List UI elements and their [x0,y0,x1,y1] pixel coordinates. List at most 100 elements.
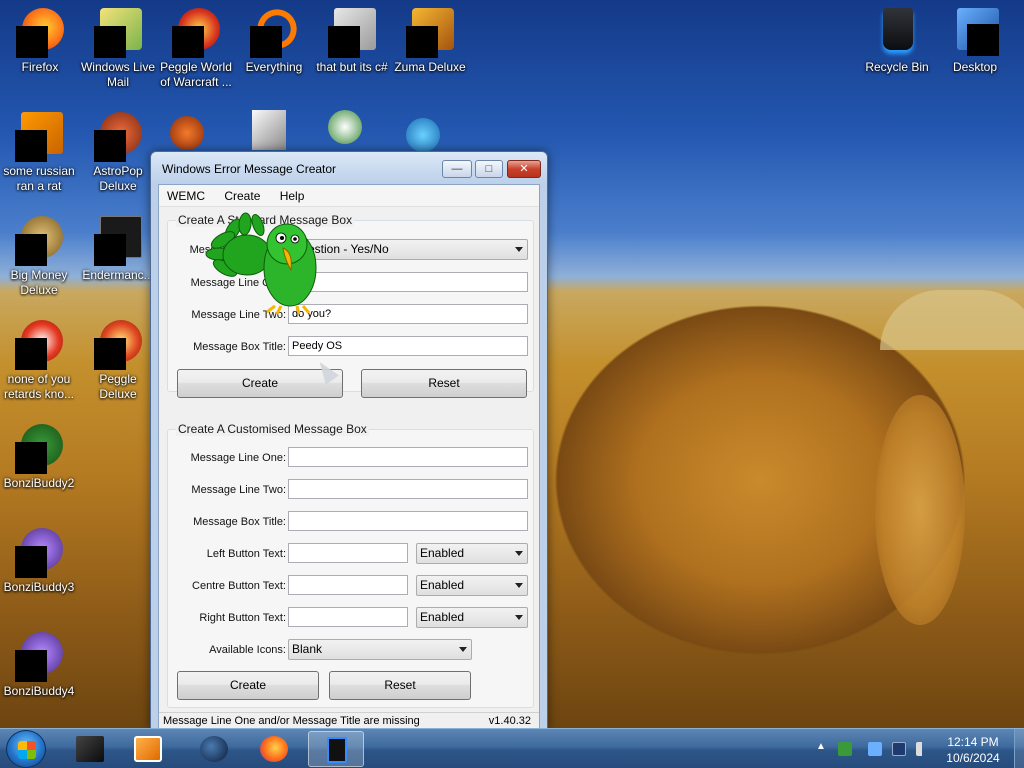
desktop-icon-that-but-its-csharp[interactable]: that but its c# [313,4,391,96]
menu-bar: WEMC Create Help [159,185,539,207]
title-label: Message Box Title: [193,516,286,528]
clock-time: 12:14 PM [947,735,999,749]
chevron-down-icon [459,647,467,652]
available-icons-select[interactable]: Blank [288,639,472,660]
line2-input[interactable]: do you? [288,304,528,324]
desktop-icon-endermanch[interactable]: Endermanc... [79,212,157,304]
status-text: Message Line One and/or Message Title ar… [163,715,420,727]
custom-line1-input[interactable] [288,447,528,467]
desktop-icon-windows-live-mail[interactable]: Windows Live Mail [79,4,157,96]
clock[interactable]: 12:14 PM 10/6/2024 [937,734,1009,766]
mail-icon [94,8,142,58]
left-button-state: Enabled [420,546,465,560]
java-icon [15,112,63,162]
close-button[interactable]: ✕ [507,160,541,178]
right-button-state-select[interactable]: Enabled [416,607,528,628]
desktop-icon-zuma-deluxe[interactable]: Zuma Deluxe [391,4,469,96]
network-icon[interactable] [892,742,906,756]
message-type-select[interactable]: Question - Yes/No [288,239,528,260]
device-tray-icon[interactable] [868,742,882,756]
custom-title-input[interactable] [288,511,528,531]
bonzi-icon [15,528,63,578]
taskbar-app-firefox[interactable] [246,731,302,767]
window-app-icon [327,737,347,763]
line2-label: Message Line Two: [191,309,286,321]
left-button-text-input[interactable] [288,543,408,563]
line1-input[interactable] [288,272,528,292]
centre-button-label: Centre Button Text: [192,580,286,592]
right-button-text-input[interactable] [288,607,408,627]
desktop-icon-recycle-bin[interactable]: Recycle Bin [858,4,936,96]
chevron-down-icon [515,583,523,588]
desktop-icon-some-russian-ran-a-rat[interactable]: some russian ran a rat [0,108,78,200]
taskbar-app-media[interactable] [120,731,176,767]
clock-date: 10/6/2024 [946,751,1000,765]
right-button-label: Right Button Text: [199,612,286,624]
zuma-icon [406,8,454,58]
desktop-icon-firefox[interactable]: Firefox [1,4,79,96]
menu-help[interactable]: Help [272,185,313,207]
peggle-icon [15,320,63,370]
minimize-button[interactable]: — [442,160,472,178]
peggle-icon [172,8,220,58]
custom-reset-button[interactable]: Reset [329,671,471,700]
window-title: Windows Error Message Creator [162,162,337,176]
maximize-button[interactable]: □ [475,160,503,178]
custom-message-box-group: Create A Customised Message Box Message … [167,422,534,708]
centre-button-text-input[interactable] [288,575,408,595]
title-input[interactable]: Peedy OS [288,336,528,356]
chevron-up-icon[interactable]: ▲ [816,741,826,752]
astropop-icon [94,112,142,162]
title-bar[interactable]: Windows Error Message Creator — □ ✕ [151,152,547,184]
app-icon [170,116,204,150]
background-hill [880,290,1024,350]
volume-icon[interactable] [916,742,930,756]
hidden-desktop-icons [170,110,460,154]
document-icon [252,110,286,150]
app-icon [406,118,440,152]
desktop-icon-peggle-wow[interactable]: Peggle World of Warcraft ... [157,4,235,96]
taskbar-app-1[interactable] [62,731,118,767]
custom-line2-input[interactable] [288,479,528,499]
menu-wemc[interactable]: WEMC [159,185,213,207]
media-player-icon [134,736,162,762]
firefox-icon [16,8,64,58]
desktop-icon-desktop[interactable]: Desktop [936,4,1014,96]
desktop-icon-none-of-you[interactable]: none of you retards kno... [0,316,78,408]
desktop-icon-bonzibuddy2[interactable]: BonziBuddy2 [0,420,78,512]
start-button[interactable] [6,730,46,768]
chevron-down-icon [515,615,523,620]
left-button-label: Left Button Text: [206,548,286,560]
globe-icon [200,736,228,762]
status-bar: Message Line One and/or Message Title ar… [159,712,539,728]
group-title: Create A Customised Message Box [176,422,369,436]
taskbar: ▲ 12:14 PM 10/6/2024 [0,728,1024,768]
desktop-icon-big-money-deluxe[interactable]: Big Money Deluxe [0,212,78,304]
line2-label: Message Line Two: [191,484,286,496]
desktop-icon-astropop-deluxe[interactable]: AstroPop Deluxe [79,108,157,200]
bonzi-icon [15,424,63,474]
desktop-icon-everything[interactable]: Everything [235,4,313,96]
custom-create-button[interactable]: Create [177,671,319,700]
show-desktop-button[interactable] [1014,729,1024,768]
wemc-window[interactable]: Windows Error Message Creator — □ ✕ WEMC… [150,151,548,731]
terminal-icon [94,216,142,266]
menu-create[interactable]: Create [216,185,268,207]
standard-message-box-group: Create A Standard Message Box Message Bo… [167,213,534,398]
desktop-icon-peggle-deluxe[interactable]: Peggle Deluxe [79,316,157,408]
desktop-icon-bonzibuddy4[interactable]: BonziBuddy4 [0,628,78,720]
left-button-state-select[interactable]: Enabled [416,543,528,564]
flower-icon [328,110,362,144]
taskbar-app-globe[interactable] [186,731,242,767]
firefox-icon [260,736,288,762]
bonzi-tray-icon[interactable] [838,742,852,756]
centre-button-state-select[interactable]: Enabled [416,575,528,596]
windows-logo-icon [18,741,36,759]
type-label: Message Box Type: [189,244,286,256]
right-button-state: Enabled [420,610,465,624]
desktop-icon-bonzibuddy3[interactable]: BonziBuddy3 [0,524,78,616]
standard-reset-button[interactable]: Reset [361,369,527,398]
line1-label: Message Line One: [190,277,286,289]
title-label: Message Box Title: [193,341,286,353]
taskbar-app-wemc-active[interactable] [308,731,364,767]
